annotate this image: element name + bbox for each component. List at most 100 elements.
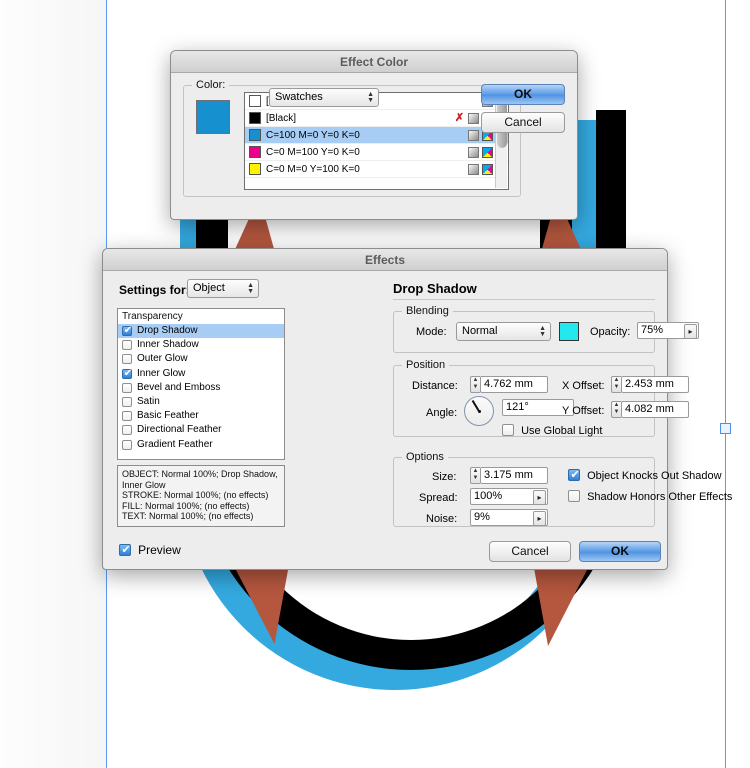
effect-enable-checkbox[interactable]	[122, 425, 132, 436]
chevron-updown-icon: ▲ ▼	[367, 90, 374, 104]
x-offset-stepper[interactable]: ▲ ▼	[611, 376, 621, 393]
effects-list-item[interactable]: Bevel and Emboss	[118, 381, 284, 395]
use-global-light-row[interactable]: Use Global Light	[502, 424, 602, 437]
panel-title-divider	[393, 299, 655, 300]
angle-dial[interactable]	[464, 396, 494, 426]
anchor-point-handle[interactable]	[720, 423, 731, 434]
panel-title: Drop Shadow	[393, 281, 477, 296]
effects-list-item[interactable]: Inner Shadow	[118, 338, 284, 352]
tint-gradient-icon	[468, 146, 479, 158]
noise-popup-arrow[interactable]: ▸	[533, 511, 546, 526]
effect-color-cancel-button[interactable]: Cancel	[481, 112, 565, 133]
angle-value: 121°	[506, 401, 529, 413]
use-global-light-checkbox[interactable]	[502, 424, 514, 436]
swatch-row-icons	[468, 163, 493, 175]
effects-ok-button[interactable]: OK	[579, 541, 661, 562]
y-offset-field[interactable]: 4.082 mm	[621, 401, 689, 418]
effects-checkbox-list[interactable]: Transparency Drop Shadow Inner Shadow Oute…	[117, 308, 285, 460]
guide-line-right[interactable]	[725, 0, 726, 768]
shadow-honors-other-effects-checkbox[interactable]	[568, 490, 580, 502]
opacity-field[interactable]: 75% ▸	[637, 322, 699, 339]
swatch-color-chip	[249, 95, 261, 107]
effect-enable-checkbox[interactable]	[122, 340, 132, 351]
use-global-light-label: Use Global Light	[521, 425, 603, 437]
effects-list-item-label: Basic Feather	[137, 410, 199, 422]
distance-field[interactable]: 4.762 mm	[480, 376, 548, 393]
artwork-accent-wedge-2	[534, 568, 588, 646]
preview-row[interactable]: Preview	[119, 543, 181, 557]
effects-list-item-label: Inner Glow	[137, 367, 186, 379]
effects-list-item-label: Outer Glow	[137, 353, 188, 365]
opacity-label: Opacity:	[590, 326, 631, 338]
pasteboard-left	[0, 0, 106, 768]
shadow-honors-effects-row[interactable]: Shadow Honors Other Effects	[568, 490, 732, 503]
color-mode-dropdown[interactable]: Swatches ▲ ▼	[269, 88, 379, 107]
tint-gradient-icon	[468, 112, 479, 124]
settings-for-dropdown[interactable]: Object ▲ ▼	[187, 279, 259, 298]
blend-color-swatch[interactable]	[559, 322, 579, 341]
object-knocks-out-shadow-checkbox[interactable]	[568, 468, 581, 482]
effect-enable-checkbox[interactable]	[122, 324, 134, 338]
size-field[interactable]: 3.175 mm	[480, 467, 548, 484]
effects-list-item[interactable]: Satin	[118, 395, 284, 409]
color-mode-value: Swatches	[275, 91, 323, 103]
opacity-value: 75%	[641, 324, 664, 336]
blend-mode-value: Normal	[462, 325, 498, 337]
effect-color-titlebar: Effect Color	[171, 51, 577, 73]
swatch-color-chip	[249, 112, 261, 124]
effect-color-dialog: Effect Color Color: [Paper][Black]✗C=100…	[170, 50, 578, 220]
shadow-honors-other-effects-label: Shadow Honors Other Effects	[587, 491, 733, 503]
effects-list-item[interactable]: Inner Glow	[118, 367, 284, 381]
options-group: Options Size: ▲ ▼ 3.175 mm Spread: 100% ▸…	[393, 451, 732, 527]
knocks-out-shadow-row[interactable]: Object Knocks Out Shadow	[568, 468, 722, 482]
effects-list-item[interactable]: Drop Shadow	[118, 324, 284, 339]
x-offset-value: 2.453 mm	[625, 378, 674, 390]
effects-list-item[interactable]: Gradient Feather	[118, 438, 284, 452]
effect-enable-checkbox[interactable]	[122, 382, 132, 393]
effects-cancel-button[interactable]: Cancel	[489, 541, 571, 562]
effect-enable-checkbox[interactable]	[122, 397, 132, 408]
x-offset-field[interactable]: 2.453 mm	[621, 376, 689, 393]
swatch-color-chip	[249, 163, 261, 175]
spread-field[interactable]: 100% ▸	[470, 488, 548, 505]
blend-mode-dropdown[interactable]: Normal ▲ ▼	[456, 322, 551, 341]
effects-list-item[interactable]: Outer Glow	[118, 352, 284, 366]
swatch-color-chip	[249, 129, 261, 141]
swatch-row[interactable]: C=0 M=100 Y=0 K=0	[245, 144, 508, 161]
swatch-row[interactable]: C=0 M=0 Y=100 K=0	[245, 161, 508, 178]
position-group: Position Distance: ▲ ▼ 4.762 mm Angle: 12…	[393, 359, 689, 437]
swatch-name: C=0 M=100 Y=0 K=0	[266, 146, 360, 158]
effects-list-item[interactable]: Basic Feather	[118, 409, 284, 423]
noise-value: 9%	[474, 511, 490, 523]
effects-list-header: Transparency	[122, 311, 183, 322]
effect-enable-checkbox[interactable]	[122, 411, 132, 422]
color-preview-swatch[interactable]	[196, 100, 230, 134]
effect-enable-checkbox[interactable]	[122, 439, 132, 450]
effects-list-item-label: Inner Shadow	[137, 339, 199, 351]
swatch-row[interactable]: C=100 M=0 Y=0 K=0	[245, 127, 508, 144]
opacity-popup-arrow[interactable]: ▸	[684, 324, 697, 339]
size-label: Size:	[432, 471, 457, 483]
swatch-list-scrollbar[interactable]	[495, 94, 507, 188]
spread-label: Spread:	[419, 492, 458, 504]
effect-enable-checkbox[interactable]	[122, 367, 134, 381]
angle-label: Angle:	[426, 407, 458, 419]
y-offset-stepper[interactable]: ▲ ▼	[611, 401, 621, 418]
noise-field[interactable]: 9% ▸	[470, 509, 548, 526]
effects-list-item[interactable]: Directional Feather	[118, 423, 284, 437]
swatch-row-icons	[468, 146, 493, 158]
size-stepper[interactable]: ▲ ▼	[470, 467, 480, 484]
cmyk-color-mode-icon	[482, 163, 493, 175]
distance-stepper[interactable]: ▲ ▼	[470, 376, 480, 393]
settings-for-value: Object	[193, 282, 225, 294]
angle-hub-icon	[477, 409, 481, 413]
effect-enable-checkbox[interactable]	[122, 354, 132, 365]
color-group-label: Color:	[192, 79, 230, 91]
size-value: 3.175 mm	[484, 469, 533, 481]
swatch-color-chip	[249, 146, 261, 158]
swatch-row[interactable]: [Black] ✗	[245, 110, 508, 127]
preview-checkbox[interactable]	[119, 543, 132, 557]
spread-popup-arrow[interactable]: ▸	[533, 490, 546, 505]
preview-label: Preview	[138, 543, 181, 557]
effect-color-ok-button[interactable]: OK	[481, 84, 565, 105]
